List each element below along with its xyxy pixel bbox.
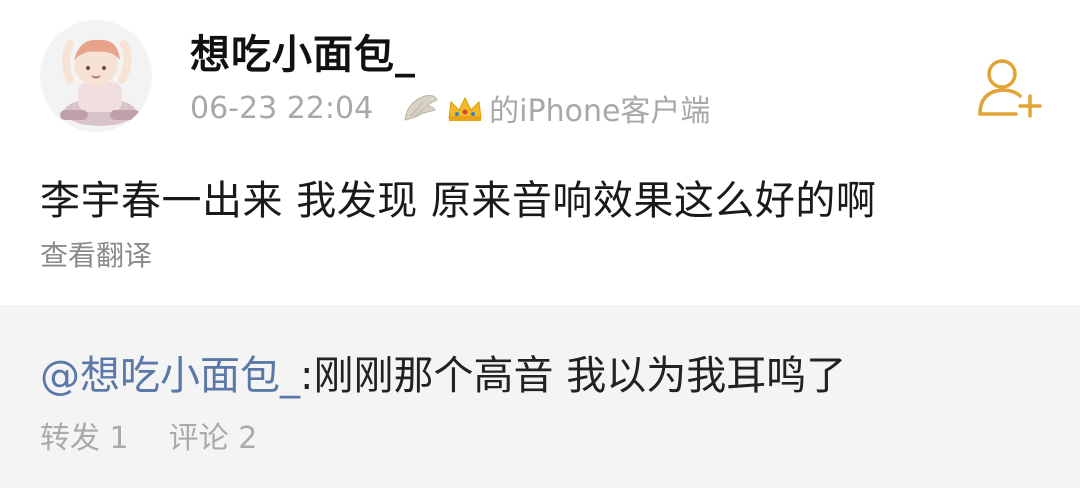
repost-stats: 转发 1 评论 2	[40, 413, 297, 457]
forward-count: 1	[109, 421, 129, 456]
post-card: 想吃小面包_ 06-23 22:04 的iPhone客户端 李宇春一出来 我发现…	[0, 0, 1080, 305]
add-user-icon	[978, 59, 1042, 118]
username[interactable]: 想吃小面包_	[190, 22, 416, 80]
avatar[interactable]	[40, 20, 152, 132]
comment-count: 2	[238, 421, 258, 456]
repost-card[interactable]: @想吃小面包_:刚刚那个高音 我以为我耳鸣了 转发 1 评论 2	[0, 305, 1080, 488]
mention-link[interactable]: @想吃小面包_	[40, 353, 300, 399]
post-time: 06-23 22:04	[190, 90, 374, 126]
crown-icon	[445, 92, 485, 124]
repost-body: :刚刚那个高音 我以为我耳鸣了	[300, 353, 847, 399]
forward-stat[interactable]: 转发 1	[40, 413, 129, 457]
wing-icon	[401, 92, 441, 124]
avatar-illustration	[40, 20, 152, 132]
post-content: 李宇春一出来 我发现 原来音响效果这么好的啊	[40, 178, 877, 224]
forward-label: 转发	[40, 421, 100, 456]
comment-label: 评论	[168, 421, 229, 456]
post-source: 的iPhone客户端	[489, 94, 711, 129]
follow-button[interactable]	[976, 58, 1046, 118]
post-meta: 06-23 22:04 的iPhone客户端	[190, 88, 711, 130]
comment-stat[interactable]: 评论 2	[169, 413, 258, 457]
translate-link[interactable]: 查看翻译	[40, 234, 152, 274]
repost-text: @想吃小面包_:刚刚那个高音 我以为我耳鸣了	[40, 343, 846, 401]
